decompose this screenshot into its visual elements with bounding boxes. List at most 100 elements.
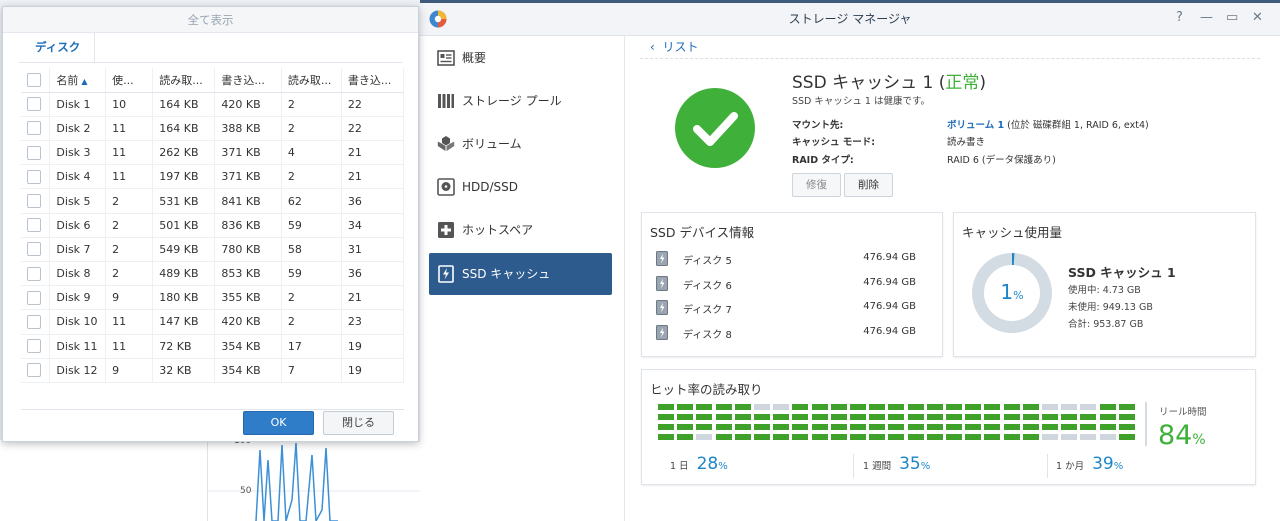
sidebar-item-overview[interactable]: 概要 (429, 37, 612, 79)
tab-disk[interactable]: ディスク (21, 33, 96, 63)
hit-rate-cell (658, 414, 674, 420)
hit-rate-cell (984, 414, 1001, 420)
sidebar-item-volume[interactable]: ボリューム (429, 123, 612, 165)
row-checkbox-cell[interactable] (21, 358, 51, 383)
select-all-checkbox[interactable] (27, 72, 41, 87)
table-cell: 180 KB (152, 285, 216, 311)
row-checkbox-cell[interactable] (21, 309, 51, 335)
row-checkbox-cell[interactable] (21, 285, 51, 311)
table-row[interactable]: Disk 6 2 501 KB 836 KB 59 34 (21, 213, 405, 238)
repair-button[interactable]: 修復 (792, 173, 841, 197)
table-row[interactable]: Disk 10 11 147 KB 420 KB 2 23 (21, 309, 405, 335)
row-checkbox[interactable] (27, 145, 41, 160)
row-checkbox-cell[interactable] (21, 92, 51, 117)
table-row[interactable]: Disk 5 2 531 KB 841 KB 62 36 (21, 188, 405, 214)
table-cell: Disk 4 (49, 164, 107, 190)
delete-button[interactable]: 削除 (844, 173, 893, 197)
col-header-read-kb[interactable]: 読み取... (152, 68, 216, 93)
col-header-write-iops[interactable]: 書き込... (341, 68, 405, 93)
hit-rate-cell (907, 404, 924, 410)
close-window-icon[interactable]: ✕ (1252, 10, 1263, 25)
row-checkbox[interactable] (27, 121, 41, 136)
table-cell: 11 (105, 116, 154, 142)
cache-title: SSD キャッシュ 1 (正常) (792, 73, 986, 93)
table-cell: Disk 11 (49, 334, 107, 359)
table-row[interactable]: Disk 2 11 164 KB 388 KB 2 22 (21, 116, 405, 142)
minimize-icon[interactable]: — (1200, 10, 1213, 25)
hit-rate-cell (754, 414, 770, 420)
disk-table-body: Disk 1 10 164 KB 420 KB 2 22 Disk 2 11 164 KB 388… (21, 92, 405, 383)
table-row[interactable]: Disk 4 11 197 KB 371 KB 2 21 (21, 164, 405, 190)
row-checkbox-cell[interactable] (21, 261, 51, 287)
table-row[interactable]: Disk 11 11 72 KB 354 KB 17 19 (21, 334, 405, 359)
row-checkbox[interactable] (27, 314, 41, 329)
hit-rate-cell (811, 414, 828, 420)
col-header-read-iops[interactable]: 読み取... (281, 68, 342, 93)
row-checkbox-cell[interactable] (21, 334, 51, 359)
hit-rate-cell (830, 434, 847, 440)
hit-rate-cell (946, 404, 962, 410)
row-checkbox[interactable] (27, 266, 41, 281)
row-checkbox-cell[interactable] (21, 140, 51, 166)
table-row[interactable]: Disk 7 2 549 KB 780 KB 58 31 (21, 237, 405, 263)
sidebar-item-hdd-ssd[interactable]: HDD/SSD (429, 166, 612, 208)
hit-rate-cell (715, 414, 732, 420)
hit-rate-cell (677, 424, 694, 430)
sidebar-item-storage-pool[interactable]: ストレージ プール (429, 80, 612, 122)
close-button[interactable]: 閉じる (323, 411, 394, 435)
hit-rate-cell (1080, 424, 1097, 430)
sidebar-item-ssd-cache[interactable]: SSD キャッシュ (429, 253, 612, 295)
col-header-usage[interactable]: 使... (105, 68, 154, 93)
row-checkbox[interactable] (27, 97, 41, 112)
table-row[interactable]: Disk 1 10 164 KB 420 KB 2 22 (21, 92, 405, 117)
select-all-cell[interactable] (21, 68, 51, 93)
maximize-icon[interactable]: ▭ (1226, 10, 1238, 25)
hit-rate-cell (1099, 414, 1116, 420)
table-cell: 36 (341, 188, 405, 214)
table-cell: 2 (105, 261, 154, 287)
sidebar-item-hotspare[interactable]: ホットスペア (429, 209, 612, 251)
row-checkbox[interactable] (27, 290, 41, 305)
row-checkbox[interactable] (27, 242, 41, 257)
table-row[interactable]: Disk 8 2 489 KB 853 KB 59 36 (21, 261, 405, 287)
table-row[interactable]: Disk 9 9 180 KB 355 KB 2 21 (21, 285, 405, 311)
col-header-write-kb[interactable]: 書き込... (214, 68, 282, 93)
row-checkbox[interactable] (27, 339, 41, 354)
hit-rate-cell (773, 414, 790, 420)
help-icon[interactable]: ? (1176, 10, 1183, 25)
cache-usage-card: キャッシュ使用量 1% SSD キャッシュ 1 使用中: 4.73 GB 未使用… (953, 212, 1256, 357)
back-to-list-link[interactable]: ‹ リスト (650, 38, 698, 55)
hit-rate-cell (1080, 414, 1097, 420)
row-checkbox-cell[interactable] (21, 237, 51, 263)
row-checkbox-cell[interactable] (21, 213, 51, 238)
dialog-title: 全て表示 (3, 7, 418, 33)
cache-unused: 未使用: 949.13 GB (1068, 302, 1153, 313)
col-header-name[interactable]: 名前 ▲ (49, 68, 107, 93)
cache-status: 正常 (945, 73, 980, 93)
row-checkbox[interactable] (27, 169, 41, 184)
table-cell: 36 (341, 261, 405, 287)
ssd-device-size: 476.94 GB (863, 252, 916, 263)
table-cell: 2 (281, 285, 342, 311)
row-checkbox[interactable] (27, 218, 41, 233)
row-checkbox[interactable] (27, 194, 41, 209)
hit-rate-cell (1061, 424, 1078, 430)
hit-rate-cell (946, 424, 962, 430)
hit-rate-cell (773, 434, 790, 440)
row-checkbox-cell[interactable] (21, 116, 51, 142)
row-checkbox-cell[interactable] (21, 188, 51, 214)
window-title: ストレージ マネージャ (788, 12, 912, 26)
read-hit-rate-title: ヒット率の読み取り (650, 382, 763, 397)
table-cell: 549 KB (152, 237, 216, 263)
ssd-cache-icon (438, 265, 454, 283)
row-checkbox[interactable] (27, 363, 41, 378)
hit-rate-cell (696, 414, 713, 420)
ok-button[interactable]: OK (243, 411, 314, 435)
table-row[interactable]: Disk 12 9 32 KB 354 KB 7 19 (21, 358, 405, 383)
hotspare-icon (438, 222, 454, 238)
row-checkbox-cell[interactable] (21, 164, 51, 190)
table-row[interactable]: Disk 3 11 262 KB 371 KB 4 21 (21, 140, 405, 166)
ssd-device-row: ディスク 8 476.94 GB (656, 323, 926, 343)
hit-rate-cell (869, 424, 886, 430)
hit-rate-cell (1022, 404, 1039, 410)
